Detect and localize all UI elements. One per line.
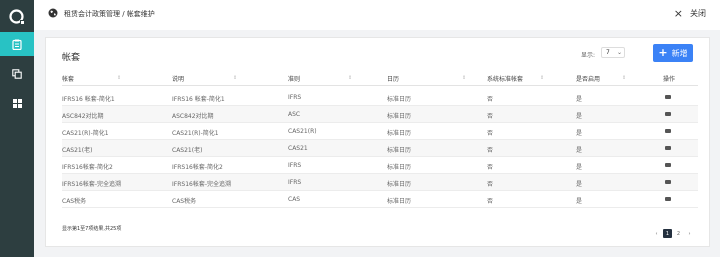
edit-icon[interactable] bbox=[665, 180, 671, 184]
pagination: ‹ 1 2 › bbox=[652, 229, 694, 238]
header-actions: 操作 bbox=[663, 76, 676, 83]
cell-ledger: CAS21(R)-简化1 bbox=[62, 130, 109, 137]
sort-icon[interactable]: ⇕ bbox=[540, 75, 544, 81]
cell-description: IFRS16帐套-完全追溯 bbox=[172, 181, 231, 188]
cell-enabled: 是 bbox=[576, 198, 583, 205]
cell-description: ASC842对比期 bbox=[172, 113, 214, 120]
cell-enabled: 是 bbox=[576, 147, 583, 154]
cell-description: CAS21(老) bbox=[172, 147, 203, 154]
table-header: 帐套 ⇕ 说明 ⇕ 准则 ⇕ 日历 ⇕ 系统标准帐套 ⇕ 是否启用 ⇕ 操作 bbox=[62, 73, 698, 86]
sort-icon[interactable]: ⇕ bbox=[117, 75, 121, 81]
header-ledger[interactable]: 帐套 bbox=[62, 74, 74, 83]
cell-calendar: 标准日历 bbox=[387, 96, 412, 103]
page-size-label: 显示: bbox=[581, 52, 596, 59]
top-bar: 租赁会计政策管理 / 帐套维护 × 关闭 bbox=[34, 0, 720, 30]
grid-icon bbox=[12, 98, 22, 108]
plus-icon: + bbox=[658, 46, 668, 59]
cell-standard: CAS21(R) bbox=[288, 128, 317, 135]
sort-icon[interactable]: ⇕ bbox=[348, 75, 352, 81]
prev-page-button[interactable]: ‹ bbox=[652, 229, 661, 238]
cell-system-standard: 否 bbox=[487, 198, 494, 205]
cell-calendar: 标准日历 bbox=[387, 147, 412, 154]
clipboard-icon bbox=[12, 39, 22, 50]
cell-system-standard: 否 bbox=[487, 113, 494, 120]
sidebar bbox=[0, 0, 34, 257]
cell-ledger: CAS21(老) bbox=[62, 147, 93, 154]
cell-system-standard: 否 bbox=[487, 96, 494, 103]
cell-standard: CAS21 bbox=[288, 145, 308, 152]
table-row: IFRS16帐套-简化2 IFRS16帐套-简化2 IFRS 标准日历 否 是 bbox=[62, 157, 698, 174]
sort-icon[interactable]: ⇕ bbox=[233, 75, 237, 81]
table-row: CAS税务 CAS税务 CAS 标准日历 否 是 bbox=[62, 191, 698, 208]
header-enabled[interactable]: 是否启用 bbox=[576, 74, 600, 83]
sort-icon[interactable]: ⇕ bbox=[462, 75, 466, 81]
cell-description: IFRS16帐套-简化2 bbox=[172, 164, 223, 171]
header-standard[interactable]: 准则 bbox=[288, 74, 300, 83]
cell-system-standard: 否 bbox=[487, 147, 494, 154]
edit-icon[interactable] bbox=[665, 129, 671, 133]
cell-standard: IFRS bbox=[288, 162, 302, 169]
page-size-select[interactable]: 7 ⌄ bbox=[601, 47, 625, 58]
globe-icon bbox=[48, 8, 58, 18]
header-description[interactable]: 说明 bbox=[172, 74, 184, 83]
card-title: 帐套 bbox=[62, 53, 81, 63]
cell-system-standard: 否 bbox=[487, 181, 494, 188]
edit-icon[interactable] bbox=[665, 95, 671, 99]
cell-calendar: 标准日历 bbox=[387, 198, 412, 205]
table-row: CAS21(R)-简化1 CAS21(R)-简化1 CAS21(R) 标准日历 … bbox=[62, 123, 698, 140]
edit-icon[interactable] bbox=[665, 163, 671, 167]
cell-standard: IFRS bbox=[288, 94, 302, 101]
page-title: 租赁会计政策管理 / 帐套维护 bbox=[64, 10, 155, 18]
cell-enabled: 是 bbox=[576, 181, 583, 188]
cell-enabled: 是 bbox=[576, 96, 583, 103]
result-summary: 显示第1至7项结果,共25项 bbox=[62, 226, 122, 232]
table-row: CAS21(老) CAS21(老) CAS21 标准日历 否 是 bbox=[62, 140, 698, 157]
copy-icon bbox=[12, 69, 22, 79]
cell-calendar: 标准日历 bbox=[387, 130, 412, 137]
sidebar-item-ledger[interactable] bbox=[0, 32, 34, 56]
close-label: 关闭 bbox=[690, 9, 706, 18]
cell-ledger: CAS税务 bbox=[62, 198, 87, 205]
cell-description: IFRS16 帐套-简化1 bbox=[172, 96, 225, 103]
cell-ledger: IFRS16帐套-简化2 bbox=[62, 164, 113, 171]
page-size-value: 7 bbox=[606, 49, 610, 56]
add-button[interactable]: + 新增 bbox=[653, 44, 693, 62]
table-row: ASC842对比期 ASC842对比期 ASC 标准日历 否 是 bbox=[62, 106, 698, 123]
next-page-button[interactable]: › bbox=[685, 229, 694, 238]
cell-enabled: 是 bbox=[576, 164, 583, 171]
table-row: IFRS16帐套-完全追溯 IFRS16帐套-完全追溯 IFRS 标准日历 否 … bbox=[62, 174, 698, 191]
chevron-down-icon: ⌄ bbox=[616, 49, 622, 56]
add-label: 新增 bbox=[671, 48, 688, 58]
sidebar-item-grid[interactable] bbox=[0, 91, 34, 115]
sidebar-item-copy[interactable] bbox=[0, 62, 34, 86]
cell-description: CAS税务 bbox=[172, 198, 197, 205]
cell-standard: IFRS bbox=[288, 179, 302, 186]
page-2-button[interactable]: 2 bbox=[674, 229, 683, 238]
cell-calendar: 标准日历 bbox=[387, 164, 412, 171]
table-row: IFRS16 帐套-简化1 IFRS16 帐套-简化1 IFRS 标准日历 否 … bbox=[62, 89, 698, 106]
logo-icon bbox=[9, 9, 24, 24]
cell-enabled: 是 bbox=[576, 130, 583, 137]
close-button[interactable]: × 关闭 bbox=[674, 8, 706, 19]
cell-description: CAS21(R)-简化1 bbox=[172, 130, 219, 137]
header-calendar[interactable]: 日历 bbox=[387, 74, 399, 83]
close-icon: × bbox=[673, 6, 683, 20]
cell-system-standard: 否 bbox=[487, 164, 494, 171]
sort-icon[interactable]: ⇕ bbox=[622, 75, 626, 81]
cell-calendar: 标准日历 bbox=[387, 181, 412, 188]
cell-enabled: 是 bbox=[576, 113, 583, 120]
cell-system-standard: 否 bbox=[487, 130, 494, 137]
edit-icon[interactable] bbox=[665, 146, 671, 150]
edit-icon[interactable] bbox=[665, 197, 671, 201]
ledger-card: 帐套 显示: 7 ⌄ + 新增 帐套 ⇕ 说明 ⇕ 准则 ⇕ 日历 ⇕ 系统标准… bbox=[45, 37, 710, 247]
cell-ledger: IFRS16 帐套-简化1 bbox=[62, 96, 115, 103]
cell-standard: ASC bbox=[288, 111, 301, 118]
edit-icon[interactable] bbox=[665, 112, 671, 116]
page-1-button[interactable]: 1 bbox=[663, 229, 672, 238]
cell-ledger: ASC842对比期 bbox=[62, 113, 104, 120]
header-system-standard[interactable]: 系统标准帐套 bbox=[487, 74, 523, 83]
cell-calendar: 标准日历 bbox=[387, 113, 412, 120]
cell-ledger: IFRS16帐套-完全追溯 bbox=[62, 181, 121, 188]
cell-standard: CAS bbox=[288, 196, 301, 203]
